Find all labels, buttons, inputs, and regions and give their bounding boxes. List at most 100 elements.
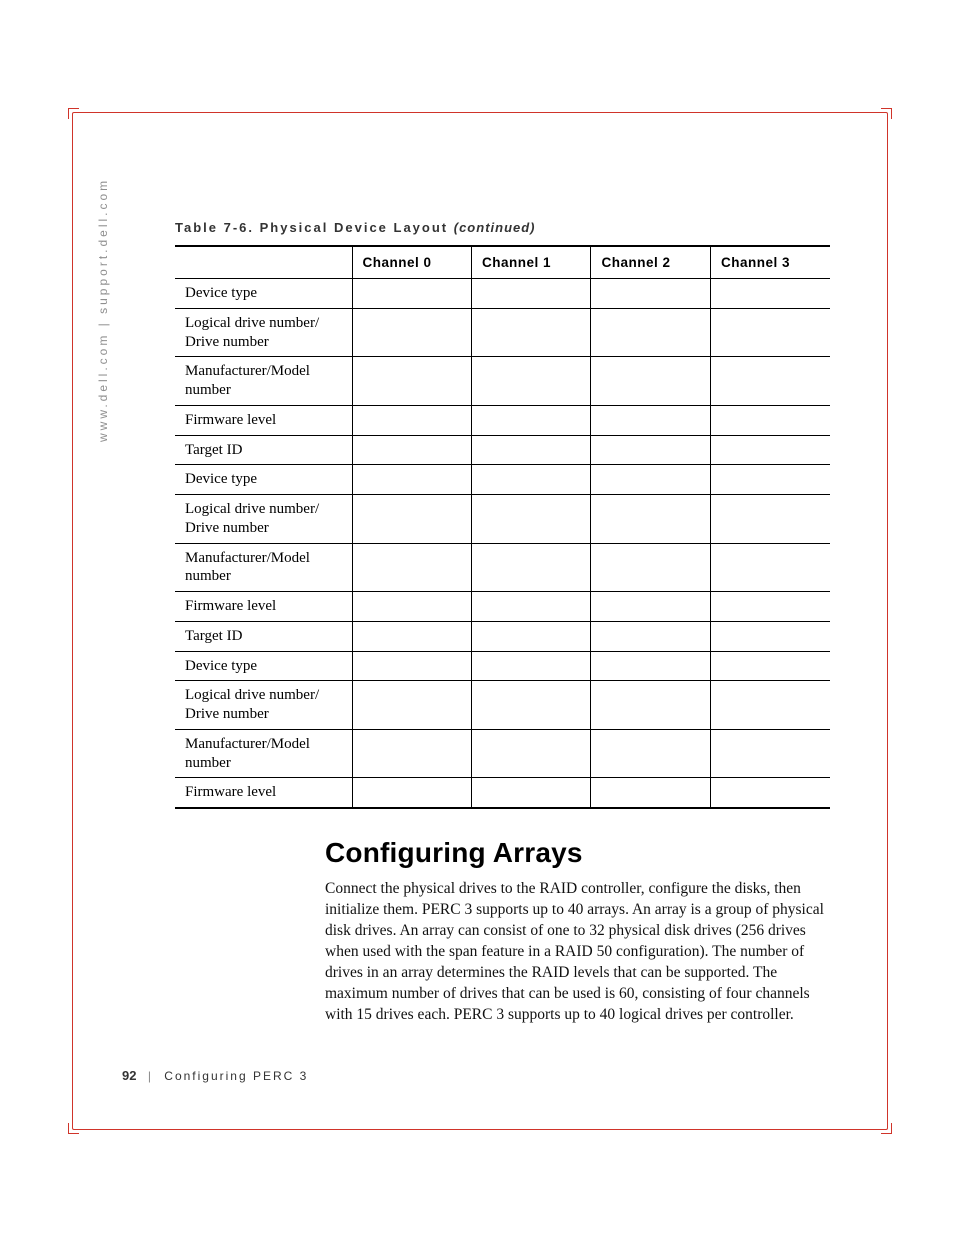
- row-label: Target ID: [175, 435, 352, 465]
- table-row: Manufacturer/Model number: [175, 543, 830, 592]
- table-caption-prefix: Table 7-6. Physical Device Layout: [175, 220, 454, 235]
- table-row: Target ID: [175, 435, 830, 465]
- cell: [710, 465, 830, 495]
- cell: [472, 651, 591, 681]
- footer-separator: |: [148, 1069, 153, 1083]
- table-row: Target ID: [175, 621, 830, 651]
- document-page: www.dell.com | support.dell.com Table 7-…: [0, 0, 954, 1235]
- cell: [591, 357, 710, 406]
- table-caption: Table 7-6. Physical Device Layout (conti…: [175, 220, 845, 235]
- table-header-empty: [175, 246, 352, 279]
- row-label: Logical drive number/ Drive number: [175, 495, 352, 544]
- row-label: Device type: [175, 651, 352, 681]
- cell: [472, 495, 591, 544]
- cell: [591, 435, 710, 465]
- table-row: Firmware level: [175, 592, 830, 622]
- cell: [591, 405, 710, 435]
- crop-mark-top-left: [68, 108, 79, 119]
- cell: [472, 729, 591, 778]
- table-row: Logical drive number/ Drive number: [175, 681, 830, 730]
- cell: [472, 681, 591, 730]
- table-row: Firmware level: [175, 778, 830, 808]
- section-body: Connect the physical drives to the RAID …: [325, 879, 825, 1025]
- cell: [710, 681, 830, 730]
- crop-mark-bottom-right: [881, 1123, 892, 1134]
- cell: [472, 435, 591, 465]
- cell: [472, 778, 591, 808]
- cell: [472, 543, 591, 592]
- cell: [352, 543, 471, 592]
- cell: [352, 405, 471, 435]
- row-label: Firmware level: [175, 778, 352, 808]
- cell: [472, 279, 591, 309]
- row-label: Target ID: [175, 621, 352, 651]
- row-label: Firmware level: [175, 405, 352, 435]
- cell: [591, 651, 710, 681]
- table-header-channel-0: Channel 0: [352, 246, 471, 279]
- page-footer: 92 | Configuring PERC 3: [122, 1068, 308, 1083]
- cell: [591, 465, 710, 495]
- cell: [591, 778, 710, 808]
- cell: [710, 543, 830, 592]
- cell: [710, 279, 830, 309]
- row-label: Firmware level: [175, 592, 352, 622]
- cell: [591, 543, 710, 592]
- cell: [710, 357, 830, 406]
- table-row: Manufacturer/Model number: [175, 357, 830, 406]
- row-label: Device type: [175, 465, 352, 495]
- table-caption-suffix: (continued): [454, 220, 536, 235]
- row-label: Logical drive number/ Drive number: [175, 308, 352, 357]
- cell: [710, 592, 830, 622]
- table-row: Device type: [175, 279, 830, 309]
- cell: [352, 435, 471, 465]
- cell: [591, 279, 710, 309]
- cell: [352, 621, 471, 651]
- table-row: Logical drive number/ Drive number: [175, 308, 830, 357]
- footer-chapter: Configuring PERC 3: [164, 1069, 308, 1083]
- cell: [591, 592, 710, 622]
- table-header-channel-2: Channel 2: [591, 246, 710, 279]
- table-header-row: Channel 0 Channel 1 Channel 2 Channel 3: [175, 246, 830, 279]
- cell: [710, 621, 830, 651]
- cell: [710, 651, 830, 681]
- cell: [591, 621, 710, 651]
- table-header-channel-3: Channel 3: [710, 246, 830, 279]
- page-number: 92: [122, 1068, 136, 1083]
- cell: [472, 621, 591, 651]
- cell: [352, 279, 471, 309]
- cell: [352, 465, 471, 495]
- cell: [352, 357, 471, 406]
- cell: [352, 651, 471, 681]
- section-heading: Configuring Arrays: [325, 837, 845, 869]
- row-label: Manufacturer/Model number: [175, 729, 352, 778]
- cell: [472, 405, 591, 435]
- cell: [710, 729, 830, 778]
- cell: [710, 308, 830, 357]
- cell: [472, 465, 591, 495]
- row-label: Device type: [175, 279, 352, 309]
- cell: [472, 592, 591, 622]
- cell: [591, 729, 710, 778]
- row-label: Logical drive number/ Drive number: [175, 681, 352, 730]
- cell: [472, 357, 591, 406]
- page-content: Table 7-6. Physical Device Layout (conti…: [175, 220, 845, 1025]
- physical-device-layout-table: Channel 0 Channel 1 Channel 2 Channel 3 …: [175, 245, 830, 809]
- cell: [591, 308, 710, 357]
- table-row: Manufacturer/Model number: [175, 729, 830, 778]
- cell: [710, 405, 830, 435]
- row-label: Manufacturer/Model number: [175, 543, 352, 592]
- cell: [591, 681, 710, 730]
- cell: [710, 435, 830, 465]
- cell: [352, 495, 471, 544]
- cell: [710, 778, 830, 808]
- cell: [352, 308, 471, 357]
- crop-mark-bottom-left: [68, 1123, 79, 1134]
- cell: [472, 308, 591, 357]
- cell: [352, 729, 471, 778]
- table-header-channel-1: Channel 1: [472, 246, 591, 279]
- table-row: Logical drive number/ Drive number: [175, 495, 830, 544]
- cell: [352, 778, 471, 808]
- cell: [352, 592, 471, 622]
- table-row: Firmware level: [175, 405, 830, 435]
- row-label: Manufacturer/Model number: [175, 357, 352, 406]
